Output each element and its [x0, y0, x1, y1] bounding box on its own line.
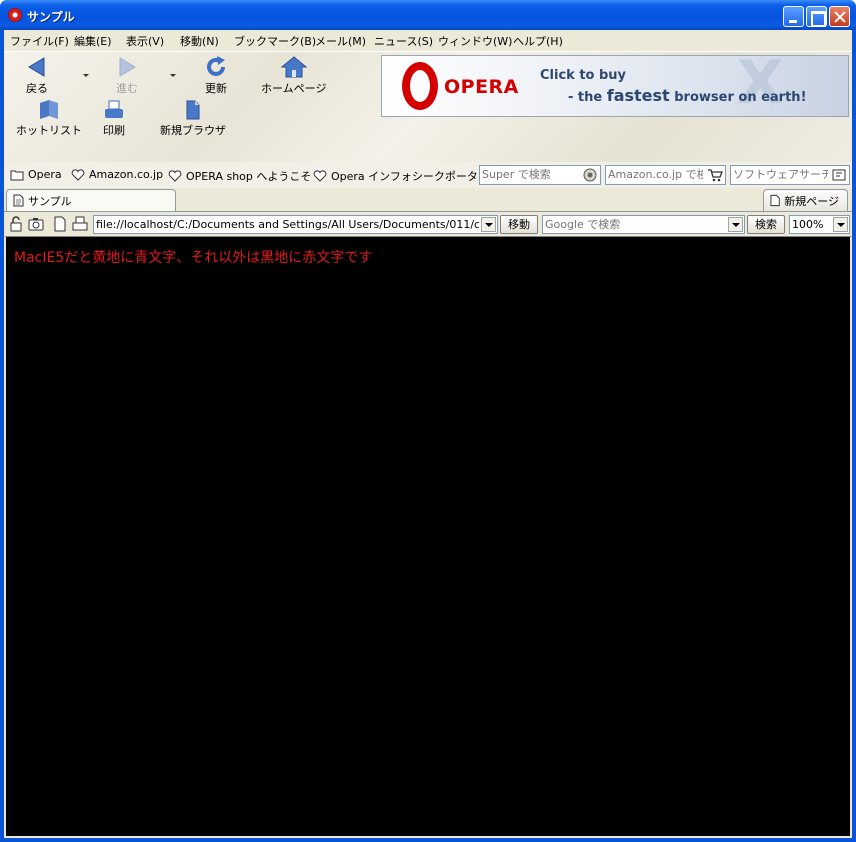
- zoom-dropdown[interactable]: [833, 217, 848, 232]
- browser-window: サンプル ファイル(F) 編集(E) 表示(V) 移動(N) ブックマーク(B)…: [0, 0, 856, 842]
- personal-bar: Opera Amazon.co.jp OPERA shop へようこそ Oper…: [4, 162, 852, 188]
- tab-sample[interactable]: サンプル: [6, 189, 176, 211]
- hotlist-icon: [40, 100, 58, 119]
- opera-ad-banner[interactable]: X OPERA Click to buy - the fastest brows…: [381, 55, 849, 117]
- new-page-icon: [770, 194, 780, 207]
- menu-bookmarks[interactable]: ブックマーク(B): [234, 33, 316, 49]
- window-title: サンプル: [27, 10, 75, 24]
- print-label: 印刷: [103, 124, 125, 137]
- new-page-tab[interactable]: 新規ページ: [763, 189, 848, 211]
- address-bar: 移動 検索: [4, 211, 852, 235]
- hotlist-button[interactable]: ホットリスト: [16, 100, 82, 138]
- close-button[interactable]: [829, 6, 850, 27]
- bookmark-folder-opera[interactable]: Opera: [10, 168, 62, 181]
- search-engine-dropdown[interactable]: [728, 217, 743, 232]
- back-button[interactable]: 戻る: [26, 56, 48, 96]
- hotlist-label: ホットリスト: [16, 124, 82, 137]
- super-search-icon[interactable]: [582, 168, 598, 182]
- menu-mail[interactable]: メール(M): [315, 33, 366, 49]
- printer-small-icon[interactable]: [72, 216, 88, 232]
- bookmark-label: Opera インフォシークポータル: [331, 170, 489, 183]
- minimize-button[interactable]: [783, 6, 804, 27]
- software-search-icon[interactable]: [831, 168, 847, 182]
- main-toolbar: 戻る 進む 更新 ホームページ ホットリスト 印刷 新規ブラウザ X OPERA…: [4, 51, 852, 179]
- software-search-input[interactable]: [733, 168, 828, 181]
- page-text: MacIE5だと黄地に青文字、それ以外は黒地に赤文字です: [14, 250, 373, 266]
- menu-window[interactable]: ウィンドウ(W): [438, 33, 512, 49]
- bookmark-opera-shop[interactable]: OPERA shop へようこそ: [168, 168, 311, 184]
- menu-navigate[interactable]: 移動(N): [180, 33, 219, 49]
- menu-file[interactable]: ファイル(F): [10, 33, 69, 49]
- camera-icon[interactable]: [28, 216, 44, 232]
- super-search-input[interactable]: [482, 168, 577, 181]
- new-browser-label: 新規ブラウザ: [160, 124, 226, 137]
- tab-bar: サンプル 新規ページ: [4, 188, 852, 211]
- print-button[interactable]: 印刷: [103, 100, 125, 138]
- back-history-dropdown[interactable]: [83, 74, 89, 77]
- page-icon: [13, 194, 24, 207]
- go-button[interactable]: 移動: [500, 215, 538, 234]
- home-label: ホームページ: [261, 82, 327, 95]
- software-search-box: [730, 165, 850, 185]
- super-search-box: [479, 165, 601, 185]
- new-browser-button[interactable]: 新規ブラウザ: [160, 100, 226, 138]
- client-area: ファイル(F) 編集(E) 表示(V) 移動(N) ブックマーク(B) メール(…: [4, 30, 852, 838]
- search-button[interactable]: 検索: [747, 215, 785, 234]
- bookmark-label: OPERA shop へようこそ: [186, 170, 312, 183]
- new-page-label: 新規ページ: [784, 194, 839, 208]
- url-field: [93, 215, 498, 234]
- back-arrow-icon: [28, 57, 45, 77]
- back-label: 戻る: [26, 82, 48, 95]
- forward-arrow-icon: [119, 57, 136, 77]
- amazon-search-input[interactable]: [608, 168, 703, 181]
- google-search-input[interactable]: [545, 218, 725, 231]
- new-page-icon: [186, 100, 200, 120]
- forward-history-dropdown[interactable]: [170, 74, 176, 77]
- folder-icon: [10, 170, 24, 180]
- lock-icon[interactable]: [8, 216, 24, 232]
- url-history-dropdown[interactable]: [481, 217, 496, 232]
- banner-brand: OPERA: [444, 76, 519, 98]
- url-input[interactable]: [96, 218, 479, 231]
- zoom-select[interactable]: [789, 215, 850, 234]
- reload-label: 更新: [205, 82, 227, 95]
- forward-label: 進む: [116, 82, 138, 95]
- maximize-button[interactable]: [806, 6, 827, 27]
- reload-button[interactable]: 更新: [204, 56, 228, 96]
- bookmark-label: Opera: [28, 168, 62, 181]
- heart-icon: [313, 170, 327, 182]
- menu-help[interactable]: ヘルプ(H): [513, 33, 563, 49]
- home-button[interactable]: ホームページ: [261, 56, 326, 96]
- home-icon: [280, 56, 307, 78]
- google-search-box: [542, 215, 745, 234]
- shopping-cart-icon[interactable]: [707, 168, 723, 182]
- title-bar[interactable]: サンプル: [0, 0, 856, 30]
- tab-label: サンプル: [28, 194, 72, 208]
- bookmark-opera-infoseek[interactable]: Opera インフォシークポータル: [313, 168, 489, 184]
- amazon-search-box: [605, 165, 726, 185]
- opera-logo-icon: [402, 62, 438, 110]
- heart-icon: [168, 170, 182, 182]
- page-viewport[interactable]: MacIE5だと黄地に青文字、それ以外は黒地に赤文字です: [4, 236, 852, 838]
- heart-icon: [71, 168, 85, 181]
- menu-edit[interactable]: 編集(E): [74, 33, 112, 49]
- opera-app-icon: [8, 8, 22, 22]
- bookmark-amazon[interactable]: Amazon.co.jp: [71, 168, 163, 181]
- reload-icon: [207, 56, 225, 76]
- bookmark-label: Amazon.co.jp: [89, 168, 164, 181]
- menu-bar: ファイル(F) 編集(E) 表示(V) 移動(N) ブックマーク(B) メール(…: [4, 30, 852, 50]
- document-icon[interactable]: [52, 216, 68, 232]
- banner-line2: - the fastest browser on earth!: [568, 86, 807, 105]
- printer-icon: [105, 100, 123, 118]
- menu-view[interactable]: 表示(V): [126, 33, 164, 49]
- menu-news[interactable]: ニュース(S): [374, 33, 433, 49]
- banner-line1: Click to buy: [540, 68, 627, 83]
- forward-button[interactable]: 進む: [116, 56, 138, 96]
- zoom-value[interactable]: [792, 218, 832, 231]
